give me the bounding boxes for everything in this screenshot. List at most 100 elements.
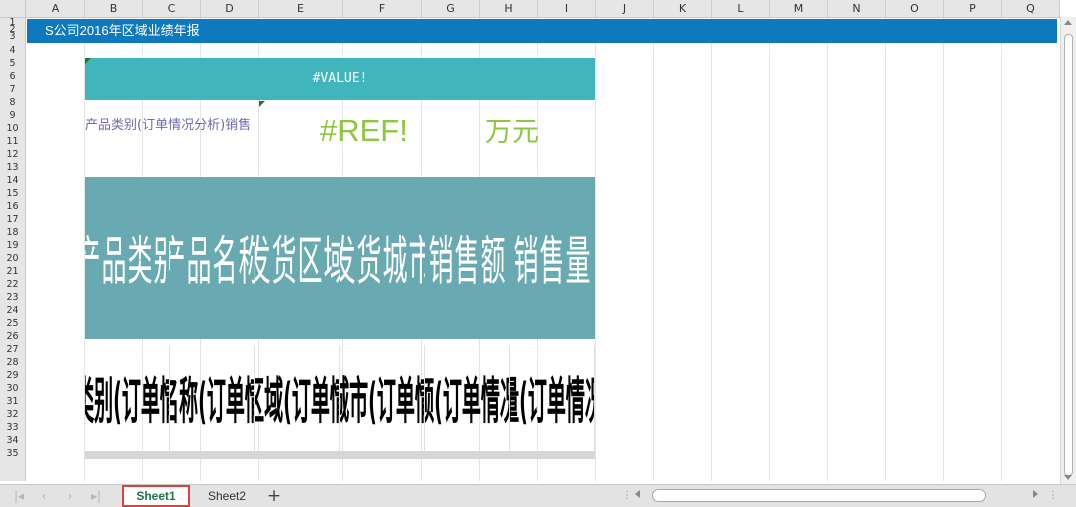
header-label: 销售额 (428, 230, 507, 292)
header-cell[interactable]: 产品名称 (170, 177, 255, 339)
column-header-l[interactable]: L (712, 0, 770, 17)
row-header[interactable]: 19 (0, 240, 25, 252)
row-header[interactable]: 8 (0, 97, 25, 109)
column-header-h[interactable]: H (480, 0, 538, 17)
row-header[interactable]: 11 (0, 136, 25, 148)
row-header[interactable]: 13 (0, 162, 25, 174)
tab-split-handle-icon[interactable]: ⋮ (622, 490, 632, 502)
row-header[interactable]: 5 (0, 58, 25, 70)
row-header[interactable]: 12 (0, 149, 25, 161)
header-cell[interactable]: 产品类别 (85, 177, 170, 339)
column-header-n[interactable]: N (828, 0, 886, 17)
column-header-p[interactable]: P (944, 0, 1002, 17)
header-cell[interactable]: 发货城市 (340, 177, 425, 339)
header-cell[interactable]: 销售量 (510, 177, 595, 339)
column-header-c[interactable]: C (143, 0, 201, 17)
row-header[interactable]: 17 (0, 214, 25, 226)
select-all-corner[interactable] (0, 0, 26, 17)
row-header[interactable]: 20 (0, 253, 25, 265)
report-title: S公司2016年区域业绩年报 (45, 23, 200, 38)
sheet-tab-sheet2[interactable]: Sheet2 (196, 485, 258, 507)
row-header[interactable]: 21 (0, 266, 25, 278)
data-text: 额(订单情况 (425, 373, 509, 431)
data-text: 区域(订单情 (255, 373, 339, 431)
row-header[interactable]: 29 (0, 370, 25, 382)
category-label-cell[interactable]: 产品类别(订单情况分析)销售 (85, 113, 260, 139)
data-cell[interactable]: 区域(订单情 (255, 345, 340, 451)
header-cell[interactable]: 销售额 (425, 177, 510, 339)
sheet-tab-bar: |◂ ‹ › ▸| Sheet1 Sheet2 + ⋮ ⋮ (0, 484, 1076, 507)
error-indicator-icon (85, 58, 91, 64)
data-cell[interactable]: 名称(订单情 (170, 345, 255, 451)
table-bottom-strip (85, 451, 595, 459)
row-header[interactable]: 14 (0, 175, 25, 187)
header-label: 产品名称 (170, 230, 255, 292)
row-header[interactable]: 30 (0, 383, 25, 395)
row-header[interactable]: 27 (0, 344, 25, 356)
row-header[interactable]: 18 (0, 227, 25, 239)
data-cell[interactable]: 城市(订单情 (340, 345, 425, 451)
scroll-left-icon[interactable] (635, 490, 640, 498)
report-title-bar[interactable]: S公司2016年区域业绩年报 (27, 19, 1057, 43)
row-header[interactable]: 22 (0, 279, 25, 291)
add-sheet-button[interactable]: + (264, 485, 284, 507)
value-error-text: #VALUE! (312, 71, 368, 86)
row-header[interactable]: 3 (0, 31, 25, 43)
row-header[interactable]: 26 (0, 331, 25, 343)
header-cell[interactable]: 发货区域 (255, 177, 340, 339)
column-header-g[interactable]: G (422, 0, 480, 17)
data-cell[interactable]: 量(订单情况 (510, 345, 595, 451)
last-sheet-icon[interactable]: ▸| (89, 488, 103, 504)
data-text: 量(订单情况 (510, 373, 594, 431)
prev-sheet-icon[interactable]: ‹ (37, 488, 51, 504)
sheet-tab-sheet1[interactable]: Sheet1 (122, 485, 190, 507)
vertical-scrollbar[interactable] (1060, 17, 1076, 484)
column-header-d[interactable]: D (201, 0, 259, 17)
column-header-f[interactable]: F (343, 0, 422, 17)
scroll-up-icon[interactable] (1064, 20, 1072, 25)
resize-handle-icon[interactable]: ⋮ (1048, 490, 1058, 502)
column-header-j[interactable]: J (596, 0, 654, 17)
row-header[interactable]: 4 (0, 45, 25, 57)
row-header[interactable]: 24 (0, 305, 25, 317)
column-header-q[interactable]: Q (1002, 0, 1060, 17)
column-header-b[interactable]: B (85, 0, 143, 17)
row-header[interactable]: 35 (0, 448, 25, 460)
data-cell[interactable]: 类别(订单情 (85, 345, 170, 451)
row-header[interactable]: 33 (0, 422, 25, 434)
spreadsheet: A B C D E F G H I J K L M N O P Q 1 2 3 … (0, 0, 1076, 507)
row-header[interactable]: 32 (0, 409, 25, 421)
column-header-o[interactable]: O (886, 0, 944, 17)
row-header[interactable]: 31 (0, 396, 25, 408)
row-header[interactable]: 10 (0, 123, 25, 135)
row-header[interactable]: 23 (0, 292, 25, 304)
table-header-row: 产品类别 产品名称 发货区域 发货城市 销售额 销售量 (85, 177, 595, 339)
column-header-e[interactable]: E (259, 0, 343, 17)
header-label: 发货城市 (340, 230, 425, 292)
row-header[interactable]: 28 (0, 357, 25, 369)
value-error-cell[interactable]: #VALUE! (85, 58, 595, 100)
row-header[interactable]: 15 (0, 188, 25, 200)
data-text: 名称(订单情 (170, 373, 254, 431)
scroll-right-icon[interactable] (1033, 490, 1038, 498)
column-header-k[interactable]: K (654, 0, 712, 17)
row-header[interactable]: 34 (0, 435, 25, 447)
next-sheet-icon[interactable]: › (63, 488, 77, 504)
row-header[interactable]: 9 (0, 110, 25, 122)
first-sheet-icon[interactable]: |◂ (12, 488, 26, 504)
data-cell[interactable]: 额(订单情况 (425, 345, 510, 451)
row-header[interactable]: 6 (0, 71, 25, 83)
column-header-m[interactable]: M (770, 0, 828, 17)
row-header[interactable]: 25 (0, 318, 25, 330)
scroll-down-icon[interactable] (1064, 475, 1072, 480)
table-data-row: 类别(订单情 名称(订单情 区域(订单情 城市(订单情 额(订单情况 量(订单情… (85, 345, 595, 451)
unit-cell[interactable]: 万元 (485, 112, 539, 152)
vertical-scroll-thumb[interactable] (1064, 34, 1073, 476)
column-header-a[interactable]: A (27, 0, 85, 17)
column-header-i[interactable]: I (538, 0, 596, 17)
header-label: 发货区域 (255, 230, 340, 292)
ref-error-cell[interactable]: #REF! (320, 110, 408, 152)
row-header[interactable]: 7 (0, 84, 25, 96)
horizontal-scroll-thumb[interactable] (652, 489, 986, 502)
row-header[interactable]: 16 (0, 201, 25, 213)
